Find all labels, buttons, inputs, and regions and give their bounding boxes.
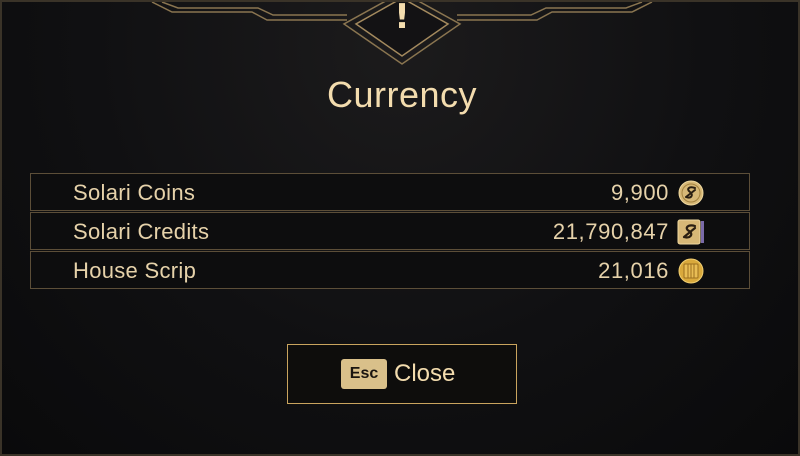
dialog-title: Currency xyxy=(326,74,478,115)
solari-credit-icon xyxy=(677,219,704,245)
header-ornament: ! xyxy=(151,2,653,65)
currency-row-house-scrip: House Scrip 21,016 xyxy=(30,251,750,289)
close-button-label: Close xyxy=(394,360,456,387)
currency-amount: 9,900 xyxy=(610,180,669,205)
esc-key-hint: Esc xyxy=(341,359,387,389)
currency-dialog: ! Currency Solari Coins 9,900 Solari Cre… xyxy=(0,0,800,456)
currency-list: Solari Coins 9,900 Solari Credits 21,790… xyxy=(30,173,750,290)
currency-row-solari-credits: Solari Credits 21,790,847 xyxy=(30,212,750,250)
currency-name: House Scrip xyxy=(73,258,197,283)
currency-amount: 21,016 xyxy=(598,258,669,283)
alert-glyph: ! xyxy=(394,2,410,37)
currency-name: Solari Coins xyxy=(73,180,196,205)
close-button[interactable]: Esc Close xyxy=(287,344,517,404)
alert-diamond-icon: ! xyxy=(342,2,462,65)
currency-row-solari-coins: Solari Coins 9,900 xyxy=(30,173,750,211)
currency-name: Solari Credits xyxy=(73,219,210,244)
currency-amount: 21,790,847 xyxy=(552,219,669,244)
solari-coin-icon xyxy=(678,180,704,206)
house-scrip-icon xyxy=(678,258,704,284)
